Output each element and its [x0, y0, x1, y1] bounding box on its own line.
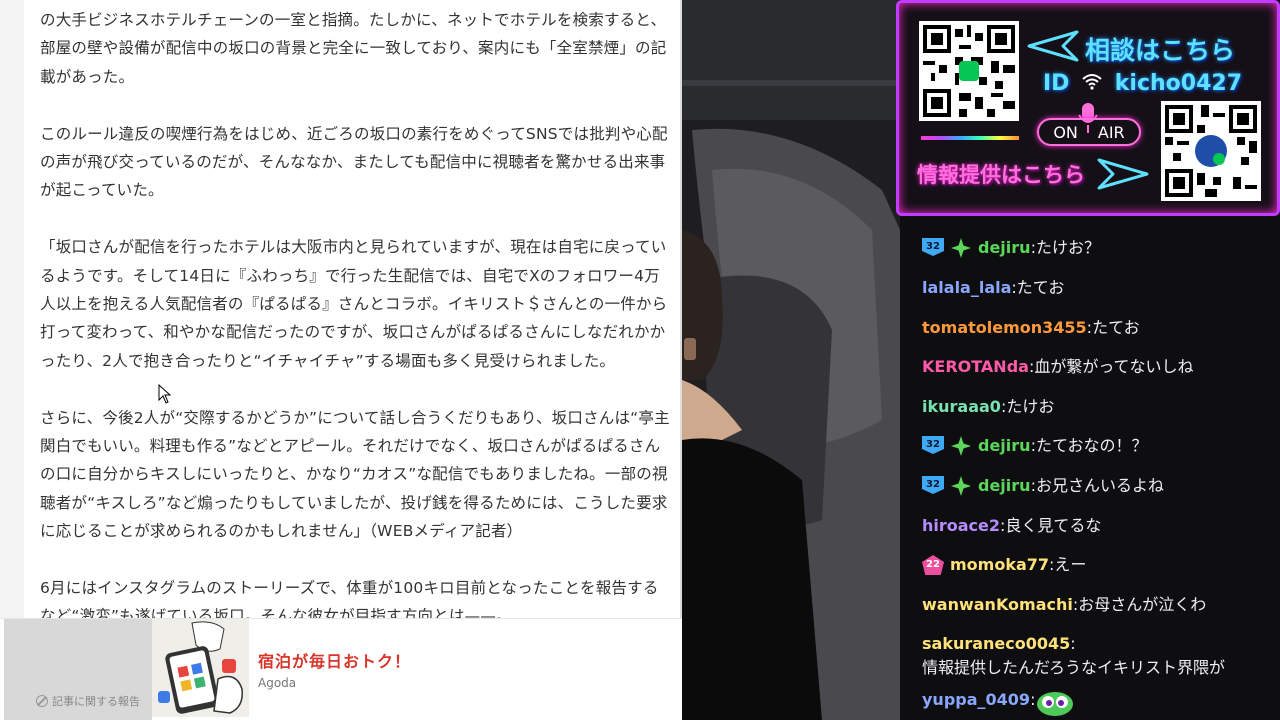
article-paragraph: さらに、今後2人が“交際するかどうか”について話し合うくだりもあり、坂口さんは“… [40, 408, 670, 541]
article-paragraph: の大手ビジネスホテルチェーンの一室と指摘。たしかに、ネットでホテルを検索すると、… [40, 11, 667, 86]
ban-icon [36, 695, 48, 707]
mouse-cursor-icon [158, 384, 172, 404]
chat-username[interactable]: momoka77 [950, 553, 1049, 577]
on-air-right: AIR [1097, 122, 1125, 142]
arrow-right-icon [1097, 158, 1149, 190]
chat-text: たておなの！？ [1035, 436, 1148, 455]
chat-text: たてお [1016, 278, 1065, 297]
phone-illustration-icon [152, 619, 249, 717]
on-air-sign: ON AIR [1037, 118, 1141, 146]
chat-username[interactable]: tomatolemon3455 [922, 316, 1087, 340]
consult-qr-code[interactable] [919, 21, 1019, 121]
sparkle-badge-icon[interactable] [950, 238, 972, 258]
chat-username[interactable]: sakuraneco0045 [922, 632, 1070, 656]
chat-text: お兄さんいるよね [1035, 476, 1164, 495]
cheer-badge-icon[interactable]: 22 [922, 555, 944, 575]
chat-username[interactable]: lalala_lala [922, 276, 1011, 300]
chat-message: 22 momoka77: えー [922, 553, 1274, 577]
ad-title[interactable]: 宿泊が毎日おトク！ [258, 648, 411, 672]
chat-text: たけお [1006, 397, 1055, 416]
chat-username[interactable]: ikuraaa0 [922, 395, 1001, 419]
consult-label: 相談はこちら [1085, 36, 1236, 65]
qr-code-icon [923, 25, 1015, 117]
id-value: kicho0427 [1114, 71, 1243, 96]
ad-source: Agoda [258, 676, 297, 690]
chat-message: wanwanKomachi: お母さんが泣くわ [922, 593, 1274, 617]
chat-message: yuppa_0409: [922, 688, 1274, 720]
streamer-webcam-image [682, 0, 900, 720]
chat-separator: : [1070, 634, 1076, 653]
qr-code-icon [1165, 105, 1257, 197]
chat-text: 情報提供したんだろうなイキリスト界隈が [922, 658, 1226, 677]
info-qr-code[interactable] [1161, 101, 1261, 201]
chat-text: 血が繋がってないしね [1034, 357, 1194, 376]
chat-username[interactable]: wanwanKomachi [922, 593, 1073, 617]
report-article-link[interactable]: 記事に関する報告 [36, 693, 140, 709]
sparkle-badge-icon[interactable] [950, 476, 972, 496]
chat-text: たけお？ [1035, 238, 1100, 257]
chat-message: ikuraaa0: たけお [922, 395, 1274, 419]
chat-username[interactable]: yuppa_0409 [922, 688, 1030, 712]
chat-text: えー [1054, 555, 1087, 574]
chat-text: お母さんが泣くわ [1078, 595, 1207, 614]
chat-message: 32 dejiru: たておなの！？ [922, 434, 1274, 458]
chat-username[interactable]: dejiru [978, 434, 1031, 458]
chat-username[interactable]: dejiru [978, 474, 1031, 498]
subscriber-badge-icon[interactable]: 32 [922, 238, 944, 256]
article-paragraph: 「坂口さんが配信を行ったホテルは大阪市内と見られていますが、現在は自宅に戻ってい… [40, 238, 668, 370]
sparkle-badge-icon[interactable] [950, 436, 972, 456]
chat-message: lalala_lala: たてお [922, 276, 1274, 300]
article-paragraph: このルール違反の喫煙行為をはじめ、近ごろの坂口の素行をめぐってSNSでは批判や心… [40, 124, 668, 200]
emote-icon [1035, 688, 1075, 720]
chat-message: KEROTANda: 血が繋がってないしね [922, 355, 1274, 379]
ad-image[interactable] [152, 619, 249, 717]
chat-username[interactable]: KEROTANda [922, 355, 1029, 379]
chat-message: hiroace2: 良く見てるな [922, 514, 1274, 538]
chat-panel: 32 dejiru: たけお？ lalala_lala: たてお tomatolemo… [900, 216, 1280, 720]
subscriber-badge-icon[interactable]: 32 [922, 476, 944, 494]
chat-message: 32 dejiru: お兄さんいるよね [922, 474, 1274, 498]
chat-message: sakuraneco0045: 情報提供したんだろうなイキリスト界隈が [922, 632, 1274, 680]
article-panel: の大手ビジネスホテルチェーンの一室と指摘。たしかに、ネットでホテルを検索すると、… [0, 0, 682, 720]
info-label: 情報提供はこちら [917, 163, 1085, 187]
wifi-icon [1077, 71, 1107, 96]
on-air-left: ON [1053, 122, 1078, 142]
article-body: の大手ビジネスホテルチェーンの一室と指摘。たしかに、ネットでホテルを検索すると、… [40, 6, 672, 659]
chat-username[interactable]: hiroace2 [922, 514, 1000, 538]
chat-text: たてお [1092, 318, 1140, 337]
id-label: ID [1043, 71, 1070, 96]
chat-username[interactable]: dejiru [978, 236, 1031, 260]
stream-overlay: 相談はこちら ID kicho0427 ON AIR 情報提供はこちら [896, 0, 1280, 216]
report-link-label: 記事に関する報告 [52, 695, 140, 708]
chat-message: 32 dejiru: たけお？ [922, 236, 1274, 260]
arrow-left-icon [1027, 30, 1079, 62]
subscriber-badge-icon[interactable]: 32 [922, 436, 944, 454]
chat-text: 良く見てるな [1005, 516, 1102, 535]
webcam-feed [682, 0, 900, 720]
left-gutter [0, 0, 24, 720]
chat-message: tomatolemon3455: たてお [922, 316, 1274, 340]
rainbow-line [921, 136, 1019, 140]
id-line: ID kicho0427 [1043, 71, 1242, 96]
